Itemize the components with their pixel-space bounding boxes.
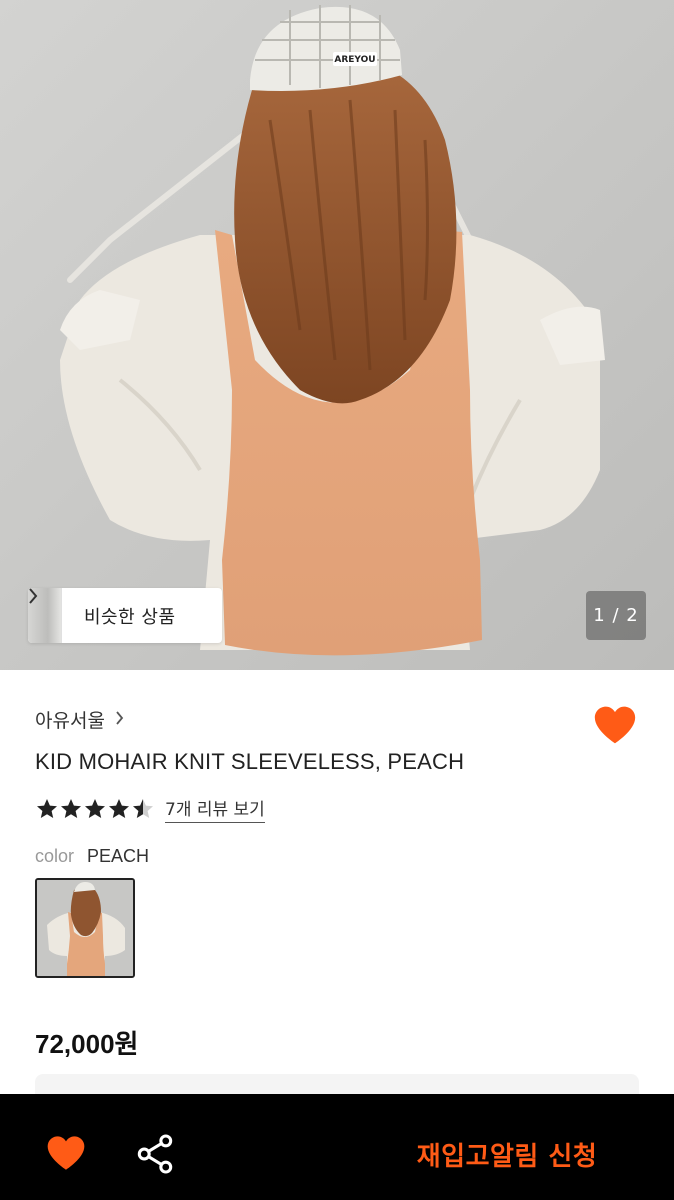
color-swatch-thumbnail[interactable]: [35, 878, 135, 978]
swatch-photo: [37, 880, 133, 976]
star-icon: [85, 799, 105, 818]
restock-alert-button[interactable]: 재입고알림 신청: [380, 1124, 634, 1184]
product-photo: AREYOU: [0, 0, 674, 670]
brand-link[interactable]: 아유서울: [35, 706, 124, 733]
similar-products-button[interactable]: 비슷한 상품: [28, 588, 222, 643]
color-row: color PEACH: [35, 846, 149, 867]
product-price: 72,000원: [35, 1029, 139, 1059]
brand-name: 아유서울: [35, 710, 105, 732]
review-link[interactable]: 7개 리뷰 보기: [165, 795, 265, 823]
product-name: KID MOHAIR KNIT SLEEVELESS, PEACH: [35, 749, 465, 774]
share-icon[interactable]: [136, 1134, 174, 1174]
image-page-counter: 1 / 2: [586, 591, 646, 640]
rating-row: 7개 리뷰 보기: [35, 795, 265, 823]
color-value: PEACH: [87, 846, 150, 866]
star-icon: [61, 799, 81, 818]
color-label: color: [35, 846, 75, 866]
star-icon: [109, 799, 129, 818]
star-icon: [37, 799, 57, 818]
similar-products-label: 비슷한 상품: [84, 606, 176, 628]
rating-stars: [35, 797, 155, 821]
wishlist-heart-icon[interactable]: [593, 704, 637, 746]
product-image-carousel[interactable]: AREYOU 비슷한 상품 1 / 2: [0, 0, 674, 670]
hat-label: AREYOU: [334, 55, 375, 65]
half-star-icon: [133, 799, 153, 818]
bottom-heart-icon[interactable]: [46, 1134, 86, 1172]
chevron-right-icon: [115, 709, 124, 730]
